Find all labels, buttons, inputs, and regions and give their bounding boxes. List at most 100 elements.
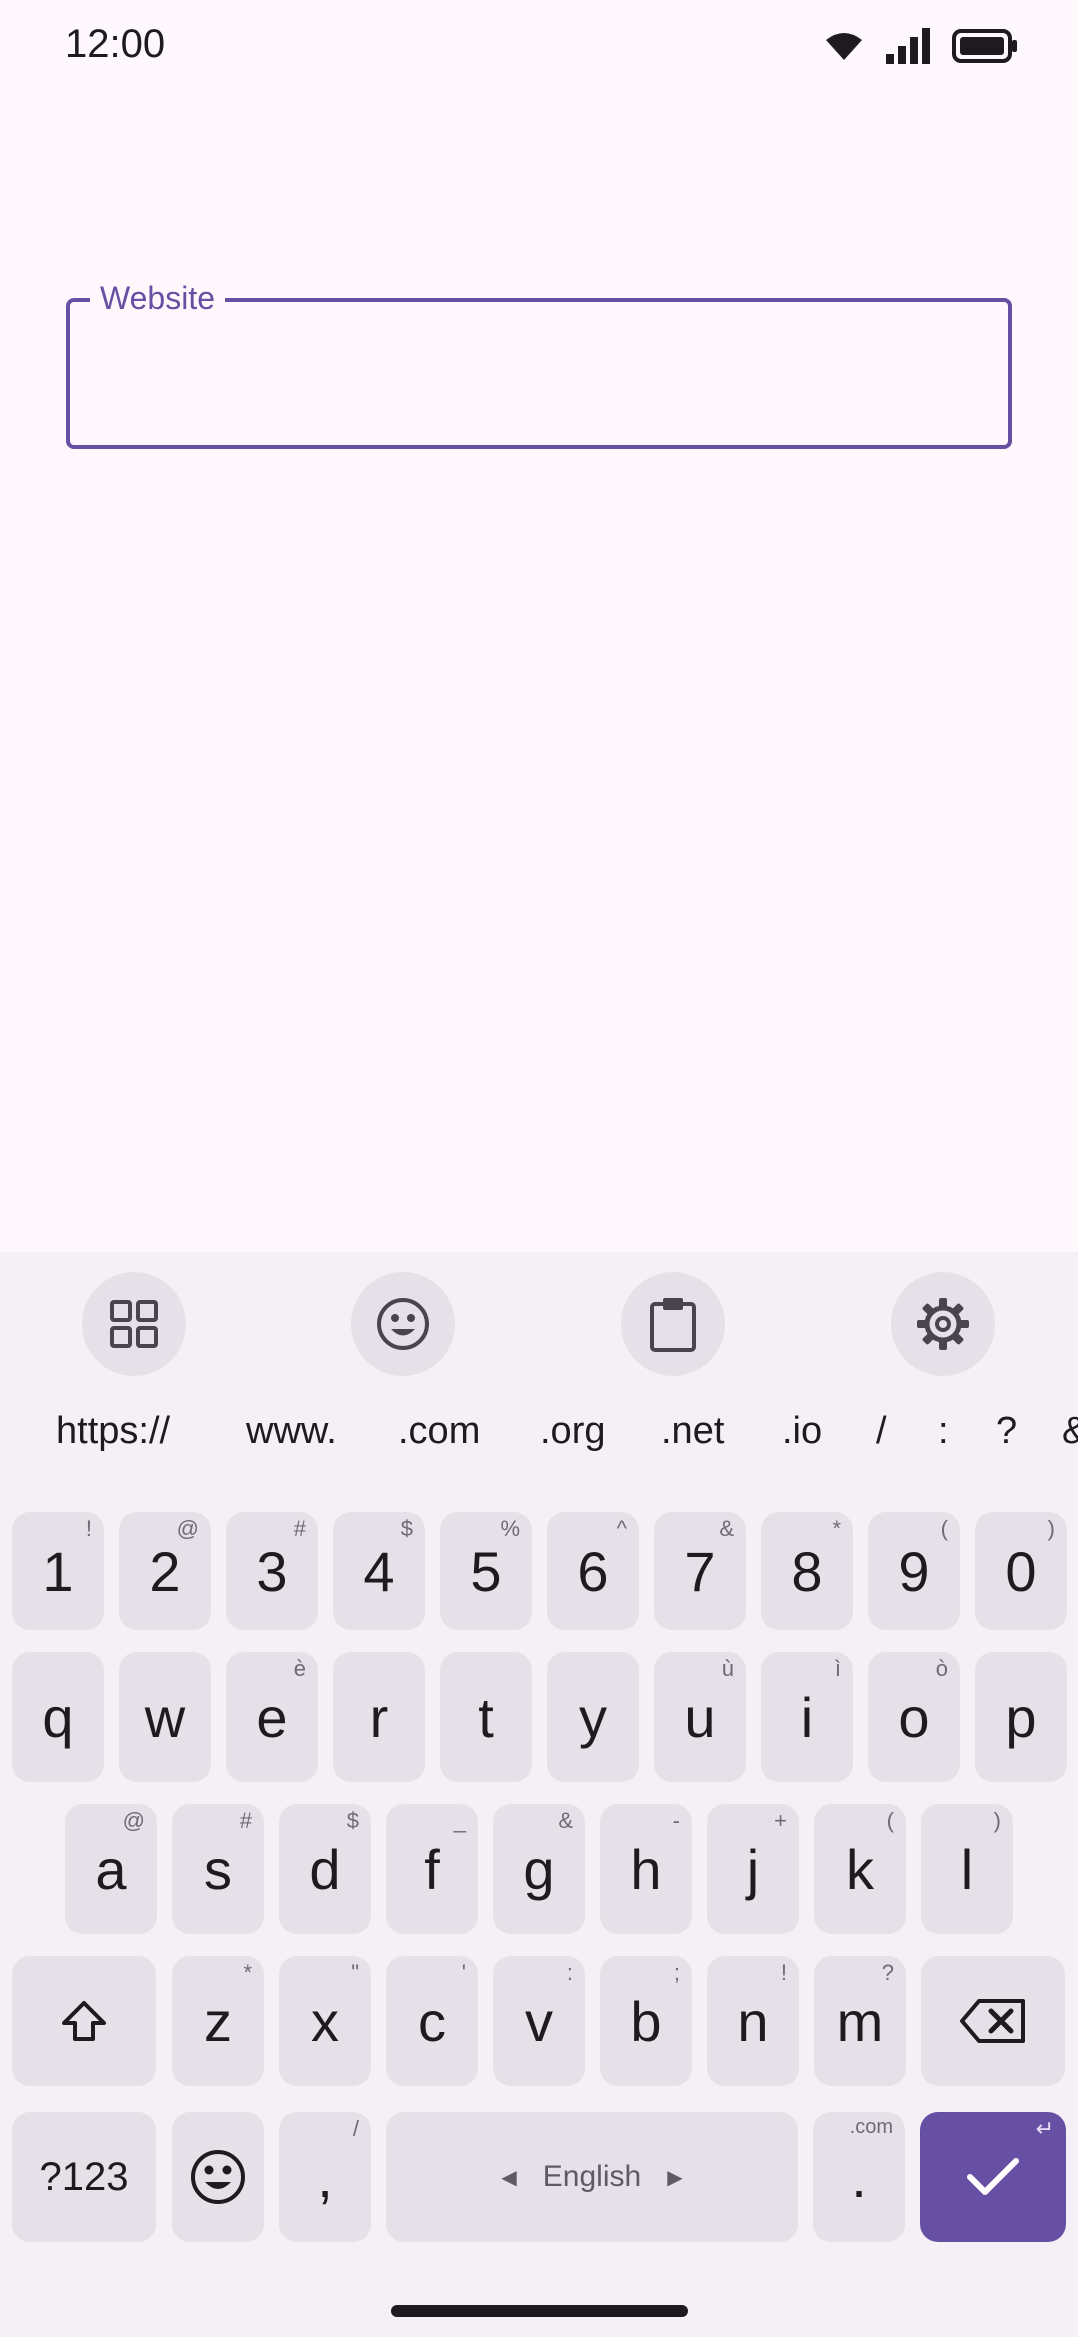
key-hint: ': [461, 1960, 466, 1985]
key-9[interactable]: 9(: [868, 1512, 960, 1630]
key-label: y: [579, 1685, 607, 1749]
suggestion-chip[interactable]: .org: [540, 1410, 605, 1453]
emoji-key[interactable]: [172, 2112, 264, 2242]
suggestion-chip[interactable]: :: [938, 1410, 949, 1453]
key-u[interactable]: uù: [654, 1652, 746, 1782]
key-hint: _: [453, 1808, 466, 1833]
key-h[interactable]: h-: [600, 1804, 692, 1934]
key-hint: (: [886, 1808, 894, 1833]
key-hint: %: [500, 1516, 520, 1541]
smiley-icon: [377, 1298, 429, 1350]
suggestion-chip[interactable]: .io: [782, 1410, 822, 1453]
key-r[interactable]: r: [333, 1652, 425, 1782]
key-7[interactable]: 7 &: [654, 1512, 746, 1630]
key-q[interactable]: q: [12, 1652, 104, 1782]
key-hint: $: [346, 1808, 359, 1833]
period-key[interactable]: . .com: [813, 2112, 905, 2242]
key-2[interactable]: 2 @: [119, 1512, 211, 1630]
key-t[interactable]: t: [440, 1652, 532, 1782]
suggestion-chip[interactable]: /: [876, 1410, 887, 1453]
key-hint: è: [293, 1656, 306, 1681]
key-s[interactable]: s #: [172, 1804, 264, 1934]
key-w[interactable]: w: [119, 1652, 211, 1782]
shift-key[interactable]: [12, 1956, 156, 2086]
settings-button[interactable]: [891, 1272, 995, 1376]
key-hint: ): [1047, 1516, 1055, 1541]
key-z[interactable]: z *: [172, 1956, 264, 2086]
key-hint: ;: [673, 1960, 680, 1985]
key-hint: !: [780, 1960, 787, 1985]
key-o[interactable]: oò: [868, 1652, 960, 1782]
key-hint: ì: [834, 1656, 841, 1681]
key-0[interactable]: 0): [975, 1512, 1067, 1630]
website-field-label: Website: [90, 278, 226, 318]
shift-arrow-icon: [62, 2001, 106, 2041]
key-i[interactable]: iì: [761, 1652, 853, 1782]
key-x[interactable]: x ": [279, 1956, 371, 2086]
cellular-signal-icon: [886, 28, 930, 64]
key-hint: #: [239, 1808, 252, 1833]
suggestion-chip[interactable]: .com: [398, 1410, 480, 1453]
key-5[interactable]: 5%: [440, 1512, 532, 1630]
key-label: q: [42, 1685, 74, 1749]
suggestion-chip[interactable]: www.: [246, 1410, 337, 1453]
suggestion-chip[interactable]: ?: [996, 1410, 1017, 1453]
clipboard-button[interactable]: [621, 1272, 725, 1376]
key-l[interactable]: l): [921, 1804, 1013, 1934]
key-hint: ^: [616, 1516, 627, 1541]
gear-icon: [917, 1298, 969, 1350]
key-c[interactable]: c ': [386, 1956, 478, 2086]
symbols-key[interactable]: ?123: [12, 2112, 156, 2242]
clipboard-icon: [650, 1298, 696, 1352]
key-3[interactable]: 3 #: [226, 1512, 318, 1630]
key-8[interactable]: 8 *: [761, 1512, 853, 1630]
key-hint: ?: [881, 1960, 894, 1985]
key-j[interactable]: j +: [707, 1804, 799, 1934]
website-text-field[interactable]: Website: [66, 278, 1012, 449]
key-6[interactable]: 6 ^: [547, 1512, 639, 1630]
status-bar: 12:00: [0, 0, 1078, 96]
key-a[interactable]: a @: [65, 1804, 157, 1934]
key-hint: (: [940, 1516, 948, 1541]
key-k[interactable]: k(: [814, 1804, 906, 1934]
key-n[interactable]: n!: [707, 1956, 799, 2086]
key-p[interactable]: p: [975, 1652, 1067, 1782]
key-hint: ": [351, 1960, 359, 1985]
key-b[interactable]: b;: [600, 1956, 692, 2086]
comma-key[interactable]: , /: [279, 2112, 371, 2242]
key-y[interactable]: y: [547, 1652, 639, 1782]
key-g[interactable]: g &: [493, 1804, 585, 1934]
key-label: p: [1005, 1685, 1037, 1749]
apps-grid-button[interactable]: [82, 1272, 186, 1376]
left-arrow-icon: ◀: [501, 2166, 517, 2189]
key-hint: :: [566, 1960, 573, 1985]
key-hint: ù: [721, 1656, 734, 1681]
key-4[interactable]: 4 $: [333, 1512, 425, 1630]
space-key[interactable]: ◀ English ▶: [386, 2112, 798, 2242]
key-label: t: [478, 1685, 494, 1749]
suggestion-chip[interactable]: &: [1062, 1410, 1078, 1453]
key-hint: &: [719, 1516, 734, 1541]
checkmark-icon: [967, 2158, 1019, 2195]
key-hint: $: [400, 1516, 413, 1541]
key-1[interactable]: 1!: [12, 1512, 104, 1630]
smiley-icon: [191, 2150, 245, 2204]
suggestion-chip[interactable]: https://: [56, 1410, 170, 1453]
key-hint: &: [558, 1808, 573, 1833]
key-hint: ): [993, 1808, 1001, 1833]
home-indicator[interactable]: [391, 2305, 688, 2317]
key-f[interactable]: f _: [386, 1804, 478, 1934]
emoji-toolbar-button[interactable]: [351, 1272, 455, 1376]
key-d[interactable]: d $: [279, 1804, 371, 1934]
website-input[interactable]: [94, 342, 978, 404]
key-e[interactable]: eè: [226, 1652, 318, 1782]
key-v[interactable]: v:: [493, 1956, 585, 2086]
key-hint: *: [832, 1516, 841, 1541]
key-m[interactable]: m?: [814, 1956, 906, 2086]
grid-icon: [110, 1300, 158, 1348]
status-icons: [824, 28, 1018, 64]
backspace-key[interactable]: [921, 1956, 1065, 2086]
right-arrow-icon: ▶: [667, 2166, 683, 2189]
suggestion-chip[interactable]: .net: [661, 1410, 724, 1453]
enter-done-key[interactable]: ↵: [920, 2112, 1066, 2242]
